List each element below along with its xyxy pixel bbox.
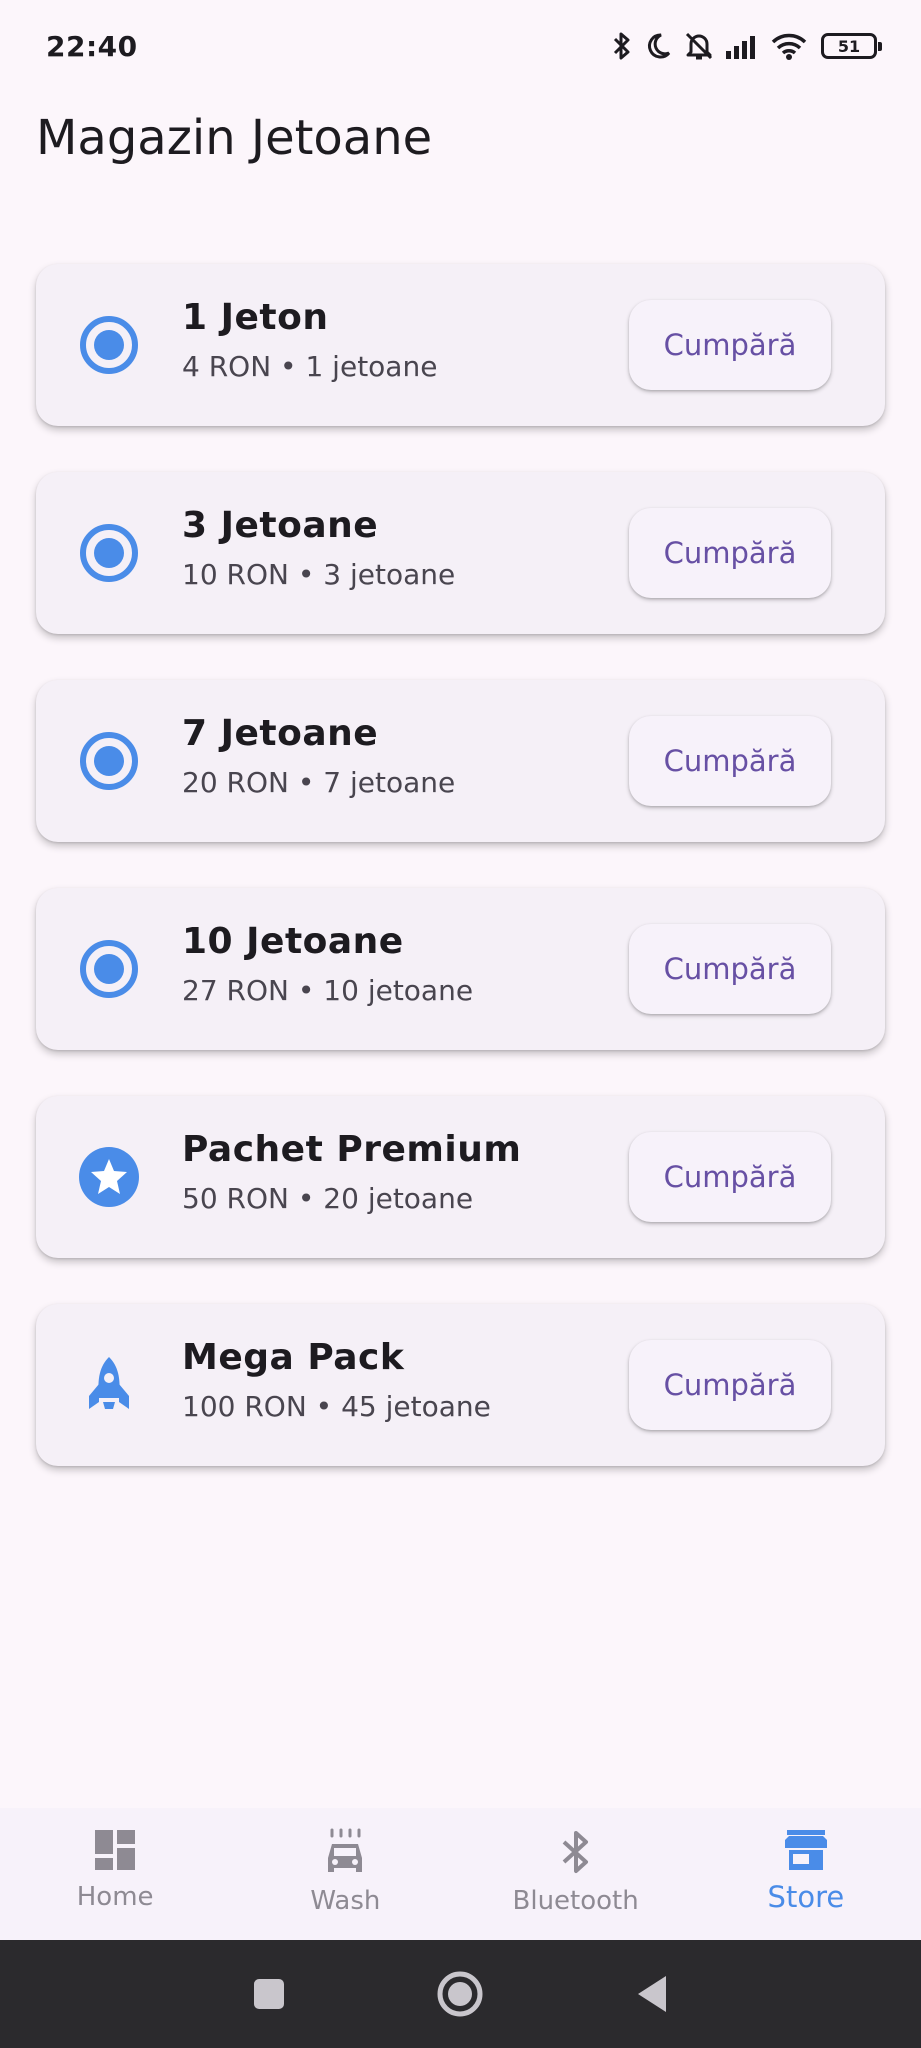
dashboard-icon (95, 1830, 136, 1870)
bottom-nav: Home Wash Bluetooth Store (0, 1808, 921, 1940)
bluetooth-icon (562, 1831, 588, 1873)
nav-item-store[interactable]: Store (691, 1808, 921, 1940)
product-card: Pachet Premium 50 RON • 20 jetoane Cumpă… (36, 1096, 885, 1258)
buy-button[interactable]: Cumpără (629, 508, 831, 598)
nav-label: Wash (310, 1886, 381, 1916)
nav-label: Home (76, 1882, 154, 1912)
page-title: Magazin Jetoane (36, 110, 433, 166)
store-icon (784, 1830, 827, 1870)
status-bar: 22:40 51 (0, 0, 921, 92)
system-nav-bar (0, 1940, 921, 2048)
car-wash-icon (328, 1828, 363, 1872)
status-time: 22:40 (46, 29, 138, 63)
product-title: 7 Jetoane (182, 713, 379, 754)
wifi-icon (771, 33, 807, 60)
back-button[interactable] (634, 1974, 670, 2014)
product-card: 10 Jetoane 27 RON • 10 jetoane Cumpără (36, 888, 885, 1050)
product-card: 3 Jetoane 10 RON • 3 jetoane Cumpără (36, 472, 885, 634)
product-title: 10 Jetoane (182, 921, 404, 962)
radio-button-icon (78, 938, 140, 1000)
buy-button[interactable]: Cumpără (629, 300, 831, 390)
screen: 22:40 51 Magazin Jetoane 1 Jeton 4 RON •… (0, 0, 921, 2048)
home-button[interactable] (436, 1970, 484, 2018)
rocket-icon (78, 1354, 140, 1416)
bell-off-icon (685, 32, 713, 60)
product-title: Pachet Premium (182, 1129, 522, 1170)
buy-button[interactable]: Cumpără (629, 1340, 831, 1430)
buy-button[interactable]: Cumpără (629, 924, 831, 1014)
product-price: 20 RON • 7 jetoane (182, 766, 456, 799)
buy-button[interactable]: Cumpără (629, 1132, 831, 1222)
nav-label: Store (767, 1880, 845, 1914)
nav-item-home[interactable]: Home (0, 1808, 230, 1940)
product-text: Pachet Premium 50 RON • 20 jetoane (182, 1128, 521, 1216)
nav-item-wash[interactable]: Wash (230, 1808, 460, 1940)
product-price: 10 RON • 3 jetoane (182, 558, 456, 591)
product-price: 100 RON • 45 jetoane (182, 1390, 491, 1423)
buy-button[interactable]: Cumpără (629, 716, 831, 806)
product-text: 1 Jeton 4 RON • 1 jetoane (182, 296, 437, 384)
product-card: Mega Pack 100 RON • 45 jetoane Cumpără (36, 1304, 885, 1466)
bluetooth-icon (613, 32, 630, 60)
battery-icon: 51 (821, 33, 882, 59)
moon-icon (648, 33, 671, 59)
product-price: 50 RON • 20 jetoane (182, 1182, 474, 1215)
star-badge-icon (78, 1146, 140, 1208)
product-text: 3 Jetoane 10 RON • 3 jetoane (182, 504, 455, 592)
nav-label: Bluetooth (512, 1886, 639, 1916)
product-text: 10 Jetoane 27 RON • 10 jetoane (182, 920, 473, 1008)
product-price: 4 RON • 1 jetoane (182, 350, 438, 383)
recents-button[interactable] (252, 1977, 286, 2011)
product-title: Mega Pack (182, 1337, 405, 1378)
battery-level: 51 (837, 36, 861, 56)
product-text: Mega Pack 100 RON • 45 jetoane (182, 1336, 491, 1424)
radio-button-icon (78, 522, 140, 584)
signal-icon (726, 36, 755, 59)
product-list: 1 Jeton 4 RON • 1 jetoane Cumpără 3 Jeto… (36, 264, 885, 1512)
status-icons: 51 (611, 30, 882, 62)
product-card: 1 Jeton 4 RON • 1 jetoane Cumpără (36, 264, 885, 426)
product-price: 27 RON • 10 jetoane (182, 974, 474, 1007)
product-title: 1 Jeton (182, 297, 329, 338)
product-text: 7 Jetoane 20 RON • 7 jetoane (182, 712, 455, 800)
product-title: 3 Jetoane (182, 505, 379, 546)
radio-button-icon (78, 730, 140, 792)
radio-button-icon (78, 314, 140, 376)
product-card: 7 Jetoane 20 RON • 7 jetoane Cumpără (36, 680, 885, 842)
nav-item-bluetooth[interactable]: Bluetooth (461, 1808, 691, 1940)
